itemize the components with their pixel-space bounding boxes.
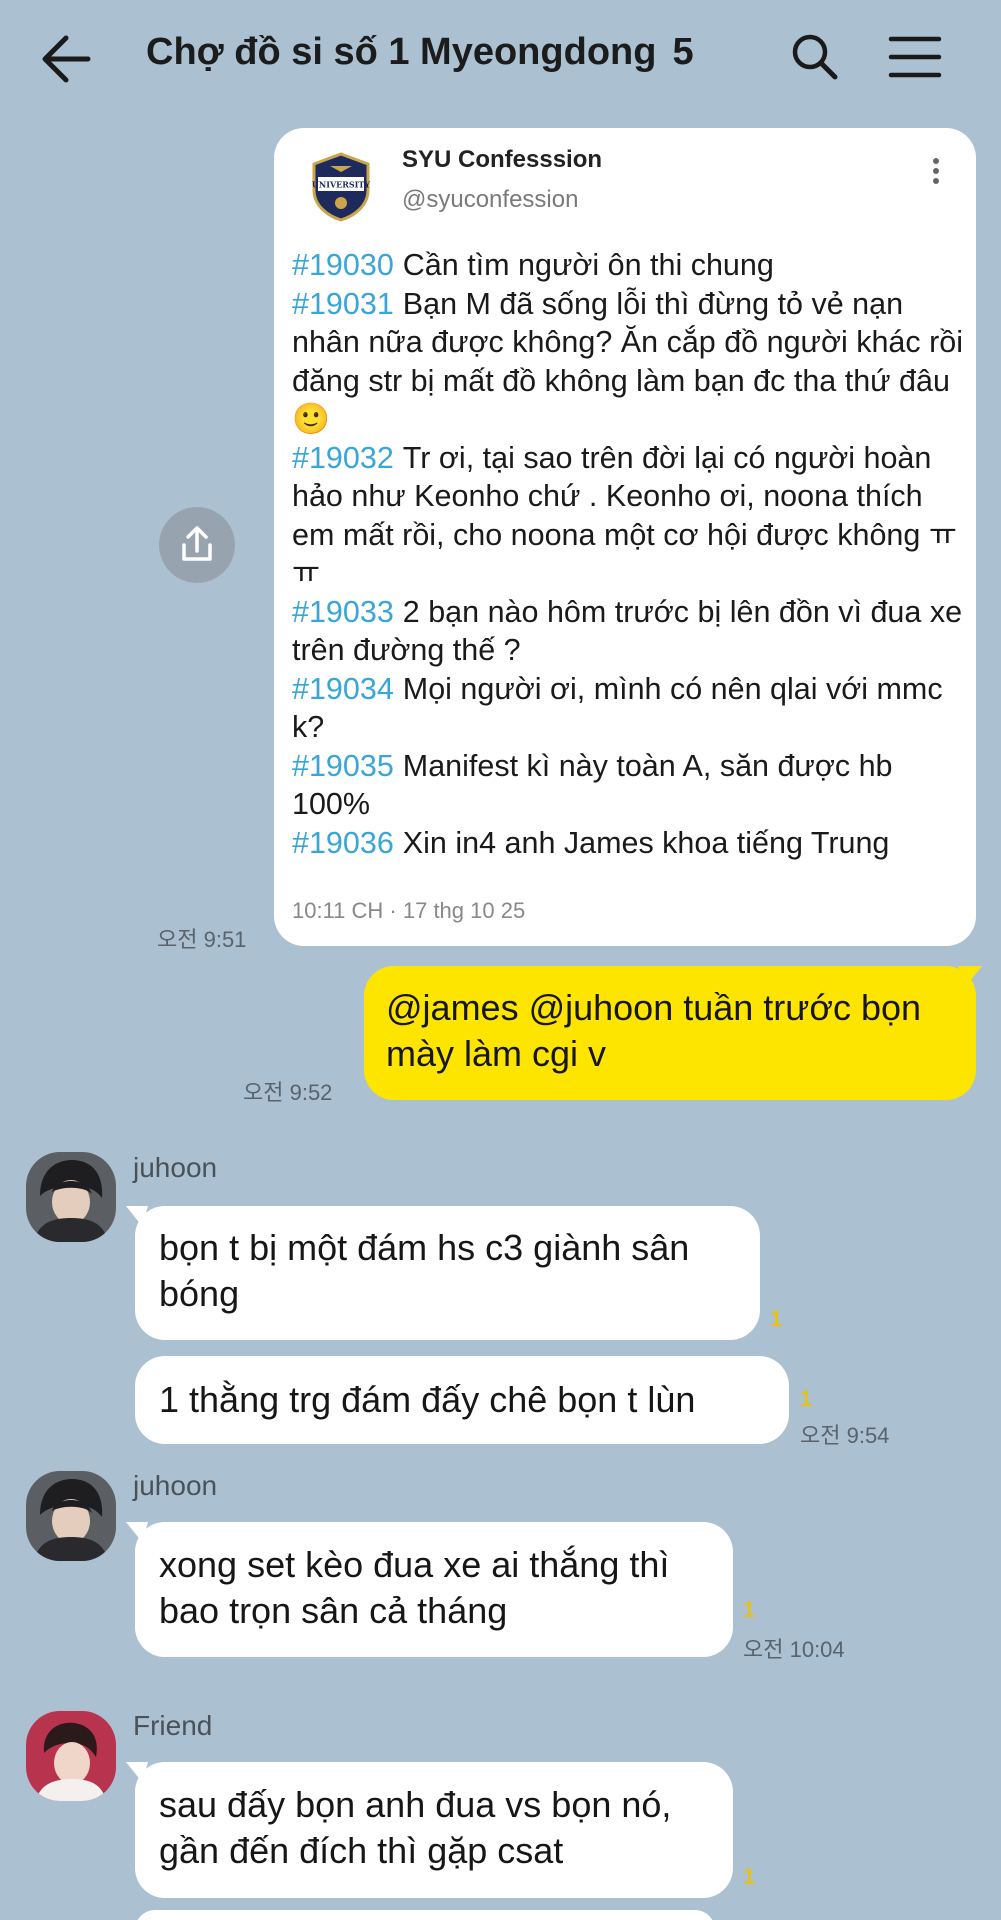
message-time: 오전 9:52 <box>243 1080 333 1105</box>
post-entry: #19034 Mọi người ơi, mình có nên qlai với… <box>292 670 972 747</box>
sender-name: juhoon <box>133 1470 218 1501</box>
post-body: #19030 Cần tìm người ôn thi chung #19031 B… <box>292 246 972 862</box>
post-entry-text: Cần tìm người ôn thi chung <box>402 248 774 282</box>
member-count: 5 <box>672 31 694 73</box>
post-entry: #19030 Cần tìm người ôn thi chung <box>292 246 972 285</box>
post-entry: #19035 Manifest kì này toàn A, săn được h… <box>292 747 972 824</box>
post-tag[interactable]: #19033 <box>292 595 394 629</box>
post-tag[interactable]: #19030 <box>292 248 394 282</box>
post-entry-text: Xin in4 anh James khoa tiếng Trung <box>402 825 890 860</box>
post-account-name: SYU Confesssion <box>402 146 603 173</box>
post-entry: #19036 Xin in4 anh James khoa tiếng Trung <box>292 824 972 863</box>
university-logo-icon: UNIVERSITY <box>312 152 370 222</box>
post-entry: #19032 Tr ơi, tại sao trên đời lại có ngư… <box>292 439 972 593</box>
message-text: bọn t bị một đám hs c3 giành sân bóng <box>159 1227 690 1314</box>
post-date: 10:11 CH · 17 thg 10 25 <box>292 898 526 923</box>
message-bubble[interactable] <box>135 1910 715 1920</box>
sender-name: juhoon <box>133 1152 218 1183</box>
post-entry: #19031 Bạn M đã sống lỗi thì đừng tỏ vẻ n… <box>292 285 972 439</box>
message-time: 오전 10:04 <box>743 1637 845 1662</box>
message-text: xong set kèo đua xe ai thắng thì bao trọ… <box>159 1544 670 1631</box>
sender-name: Friend <box>133 1710 213 1741</box>
chat-room-name: Chợ đồ si số 1 Myeongdong <box>146 31 657 73</box>
post-tag[interactable]: #19034 <box>292 672 394 706</box>
message-time: 오전 9:54 <box>800 1423 890 1448</box>
chat-title: Chợ đồ si số 1 Myeongdong 5 <box>146 31 694 74</box>
profile-photo-icon <box>26 1471 116 1561</box>
post-tag[interactable]: #19036 <box>292 826 394 860</box>
unread-count: 1 <box>770 1306 783 1331</box>
share-icon <box>182 526 212 561</box>
post-tag[interactable]: #19035 <box>292 749 394 783</box>
more-options-icon[interactable] <box>930 156 942 186</box>
arrow-left-icon[interactable] <box>36 28 98 90</box>
logo-text: UNIVERSITY <box>312 180 370 190</box>
search-icon[interactable] <box>788 30 840 82</box>
unread-count: 1 <box>743 1597 756 1622</box>
post-account-handle: @syuconfession <box>402 186 579 213</box>
hamburger-menu-icon[interactable] <box>888 34 942 80</box>
message-time: 오전 9:51 <box>157 927 247 952</box>
message-text: 1 thằng trg đám đấy chê bọn t lùn <box>159 1379 696 1420</box>
shared-post-card[interactable]: UNIVERSITY SYU Confesssion @syuconfessio… <box>274 128 976 946</box>
chat-header: Chợ đồ si số 1 Myeongdong 5 <box>0 0 1001 112</box>
message-text: sau đấy bọn anh đua vs bọn nó, gần đến đ… <box>159 1784 672 1871</box>
profile-photo-icon <box>26 1152 116 1242</box>
unread-count: 1 <box>800 1386 813 1411</box>
avatar[interactable] <box>26 1711 116 1801</box>
post-entry: #19033 2 bạn nào hôm trước bị lên đồn vì … <box>292 593 972 670</box>
my-message-text: @james @juhoon tuần trước bọn mày làm cg… <box>386 987 922 1074</box>
avatar[interactable] <box>26 1152 116 1242</box>
post-tag[interactable]: #19031 <box>292 287 394 321</box>
share-button[interactable] <box>159 507 235 583</box>
avatar[interactable] <box>26 1471 116 1561</box>
post-tag[interactable]: #19032 <box>292 441 394 475</box>
profile-photo-icon <box>26 1711 116 1801</box>
unread-count: 1 <box>743 1864 756 1889</box>
